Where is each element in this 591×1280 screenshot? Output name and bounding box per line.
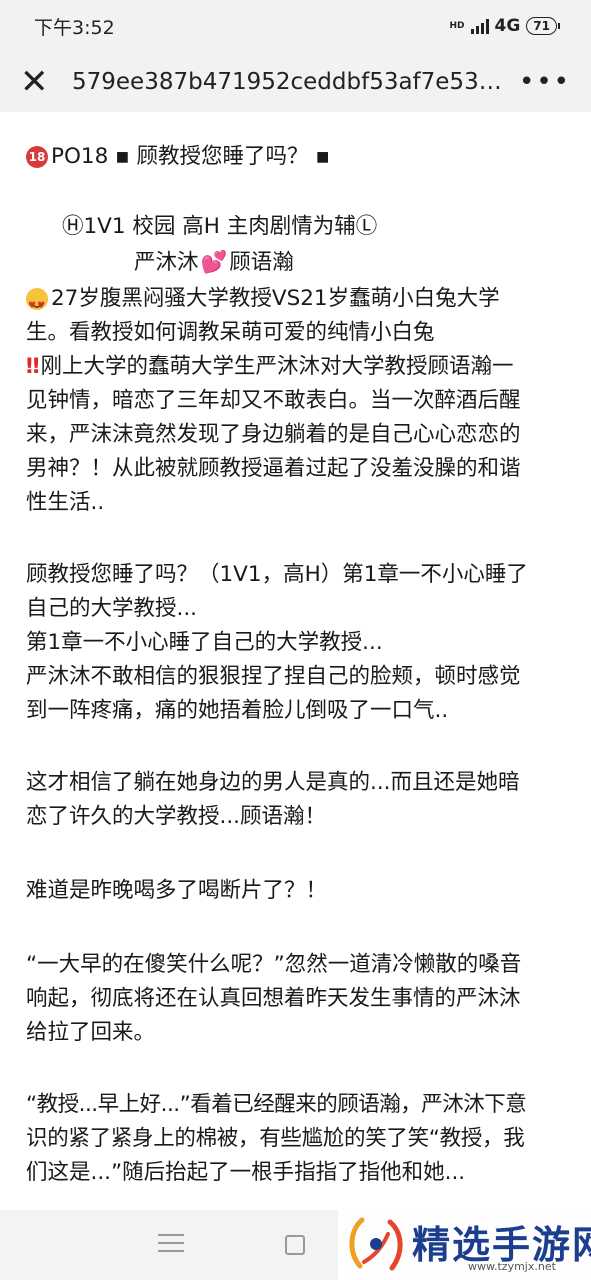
paragraph-line: “一大早的在傻笑什么呢？”忽然一道清冷懒散的嗓音 <box>26 952 522 977</box>
paragraph-line: 响起，彻底将还在认真回想着昨天发生事情的严沐沐 <box>26 986 521 1011</box>
paragraph-line: 这才相信了躺在她身边的男人是真的...而且还是她暗 <box>26 770 520 795</box>
article-title-line: 18 PO18 ▪ 顾教授您睡了吗？ ▪ <box>26 140 330 174</box>
summary-text-1: 27岁腹黑闷骚大学教授VS21岁蠢萌小白兔大学 <box>51 286 500 311</box>
age-18-badge-icon: 18 <box>26 146 48 168</box>
hd-label: HD <box>449 21 465 31</box>
signal-icon <box>470 18 489 34</box>
summary-line-6: 男神？！从此被就顾教授逼着过起了没羞没臊的和谐 <box>26 456 521 481</box>
more-options-icon[interactable]: ••• <box>519 67 571 97</box>
paragraph-line: 恋了许久的大学教授...顾语瀚！ <box>26 804 327 829</box>
article-content: 18 PO18 ▪ 顾教授您睡了吗？ ▪ Ⓗ1V1 校园 高H 主肉剧情为辅Ⓛ 严… <box>0 112 591 1210</box>
paragraph-line: “教授...早上好...”看着已经醒来的顾语瀚，严沐沐下意 <box>26 1092 527 1117</box>
characters-line: 严沐沐💕顾语瀚 <box>134 246 294 280</box>
paragraph-line: 到一阵疼痛，痛的她捂着脸儿倒吸了一口气.. <box>26 698 449 723</box>
watermark-url: www.tzymjx.net <box>468 1260 556 1273</box>
network-type: 4G <box>494 16 521 36</box>
summary-text-3: 刚上大学的蠢萌大学生严沐沐对大学教授顾语瀚一 <box>40 354 514 379</box>
paragraph-line: 给拉了回来。 <box>26 1020 156 1045</box>
summary-line-3: ‼ 刚上大学的蠢萌大学生严沐沐对大学教授顾语瀚一 <box>26 350 514 384</box>
chapter-heading-line-2: 自己的大学教授... <box>26 596 198 621</box>
heart-icon: 💕 <box>200 250 228 275</box>
paragraph-line: 识的紧了紧身上的棉被，有些尴尬的笑了笑“教授，我 <box>26 1126 525 1151</box>
close-icon[interactable]: ✕ <box>20 65 54 99</box>
double-exclamation-icon: ‼ <box>26 354 40 379</box>
article-title: PO18 ▪ 顾教授您睡了吗？ ▪ <box>51 144 330 169</box>
character-name-2: 顾语瀚 <box>229 250 294 275</box>
site-watermark: 精选手游网 www.tzymjx.net <box>338 1208 591 1280</box>
paragraph-line: 们这是...”随后抬起了一根手指指了指他和她... <box>26 1160 466 1185</box>
page-title: 579ee387b471952ceddbf53af7e53dbb... <box>72 69 507 95</box>
battery-icon: 71 <box>526 17 560 35</box>
battery-level: 71 <box>533 19 550 33</box>
chapter-heading-line-1: 顾教授您睡了吗？（1V1，高H）第1章一不小心睡了 <box>26 562 528 587</box>
tags-line: Ⓗ1V1 校园 高H 主肉剧情为辅Ⓛ <box>62 214 378 239</box>
summary-line-4: 见钟情，暗恋了三年却又不敢表白。当一次醉酒后醒 <box>26 388 521 413</box>
paragraph-line: 难道是昨晚喝多了喝断片了？！ <box>26 878 328 903</box>
paragraph-line: 严沐沐不敢相信的狠狠捏了捏自己的脸颊，顿时感觉 <box>26 664 521 689</box>
summary-line-7: 性生活.. <box>26 490 105 515</box>
home-icon[interactable] <box>285 1235 305 1255</box>
chapter-title-line: 第1章一不小心睡了自己的大学教授... <box>26 630 383 655</box>
status-time: 下午3:52 <box>34 16 115 39</box>
menu-icon[interactable] <box>158 1234 184 1252</box>
summary-line-2: 生。看教授如何调教呆萌可爱的纯情小白兔 <box>26 320 435 345</box>
summary-line-1: 27岁腹黑闷骚大学教授VS21岁蠢萌小白兔大学 <box>26 282 500 323</box>
browser-title-bar: ✕ 579ee387b471952ceddbf53af7e53dbb... ••… <box>0 52 591 112</box>
character-name-1: 严沐沐 <box>134 250 199 275</box>
summary-line-5: 来，严沫沫竟然发现了身边躺着的是自己心心恋恋的 <box>26 422 521 447</box>
watermark-logo-icon <box>349 1217 403 1271</box>
heart-eyes-emoji-icon <box>26 288 48 323</box>
status-bar: 下午3:52 HD 4G 71 <box>0 0 591 52</box>
status-indicators: HD 4G 71 <box>449 16 560 36</box>
